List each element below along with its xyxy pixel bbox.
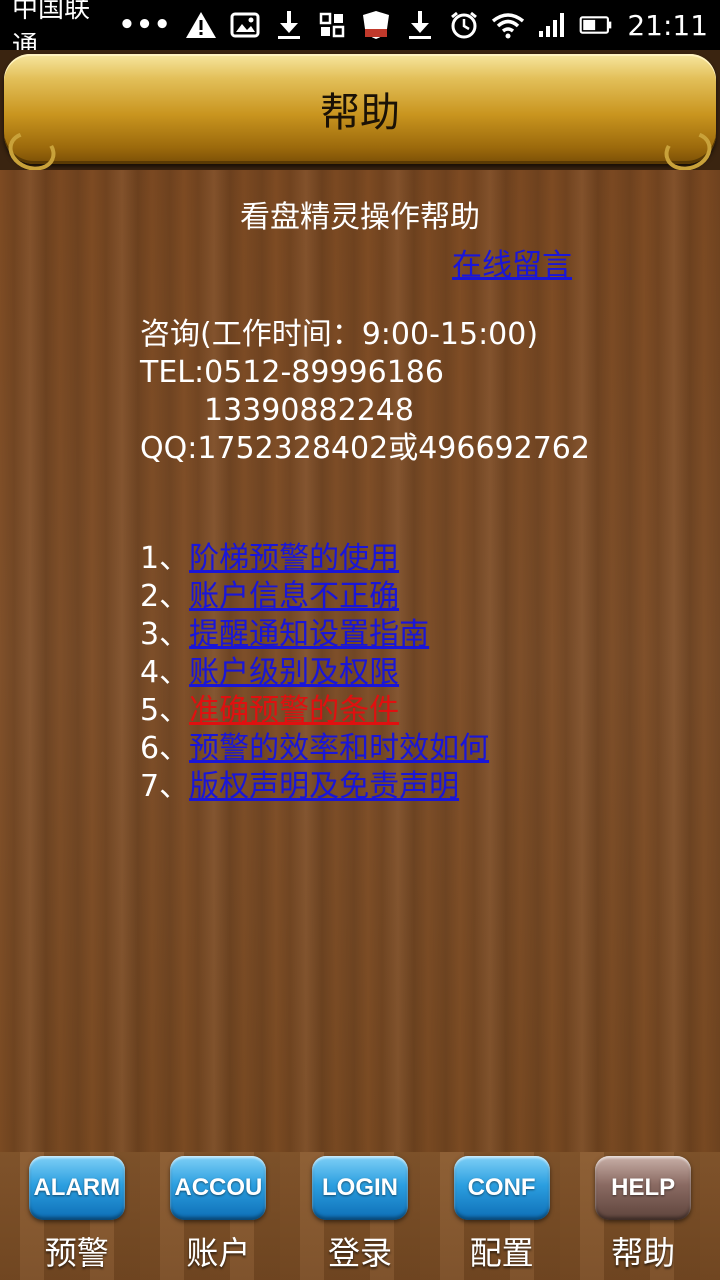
status-bar: 中国联通 ••• 21:11 [0, 0, 720, 61]
list-item: 5、准确预警的条件 [140, 692, 489, 730]
page-title: 帮助 [320, 90, 400, 136]
wifi-icon [491, 8, 525, 42]
login-tab-button[interactable]: LOGIN [311, 1156, 408, 1220]
image-icon [229, 8, 261, 42]
contact-qq: QQ:1752328402或496692762 [140, 431, 590, 466]
tab-config[interactable]: CONF 配置 [447, 1152, 557, 1274]
topic-link-accurate-alert-conditions[interactable]: 准确预警的条件 [189, 693, 399, 728]
list-item: 3、提醒通知设置指南 [140, 616, 489, 654]
topic-number: 6、 [140, 731, 190, 766]
shield-icon [360, 8, 392, 42]
tab-label: 配置 [469, 1234, 534, 1272]
topic-link-account-info[interactable]: 账户信息不正确 [189, 579, 399, 614]
tab-label: 预警 [44, 1234, 109, 1272]
title-bar: 帮助 [0, 50, 720, 170]
download-icon [273, 8, 305, 42]
account-tab-button[interactable]: ACCOU [170, 1156, 267, 1220]
tab-label: 账户 [186, 1234, 251, 1272]
topic-number: 4、 [140, 655, 190, 690]
topic-link-copyright-disclaimer[interactable]: 版权声明及免责声明 [189, 769, 459, 804]
help-tab-button[interactable]: HELP [595, 1156, 692, 1220]
alarm-tab-button[interactable]: ALARM [28, 1156, 125, 1220]
topic-number: 1、 [140, 541, 190, 576]
status-icons-right: 21:11 [447, 8, 708, 42]
tab-account[interactable]: ACCOU 账户 [163, 1152, 273, 1274]
signal-icon [535, 8, 569, 42]
list-item: 4、账户级别及权限 [140, 654, 489, 692]
grid-icon [317, 8, 349, 42]
battery-icon [579, 8, 613, 42]
tab-alarm[interactable]: ALARM 预警 [22, 1152, 132, 1274]
clock-time: 21:11 [627, 8, 709, 42]
topic-number: 7、 [140, 769, 190, 804]
warning-icon [185, 8, 217, 42]
contact-info: 咨询(工作时间：9:00-15:00) TEL:0512-89996186 13… [140, 316, 590, 468]
tab-label: 帮助 [611, 1234, 676, 1272]
tab-help[interactable]: HELP 帮助 [588, 1152, 698, 1274]
contact-tel-secondary: 13390882248 [204, 393, 414, 428]
topic-link-notification-guide[interactable]: 提醒通知设置指南 [189, 617, 429, 652]
alarm-clock-icon [447, 8, 481, 42]
list-item: 7、版权声明及免责声明 [140, 768, 489, 806]
help-topic-list: 1、阶梯预警的使用 2、账户信息不正确 3、提醒通知设置指南 4、账户级别及权限… [140, 540, 489, 806]
list-item: 1、阶梯预警的使用 [140, 540, 489, 578]
tab-login[interactable]: LOGIN 登录 [305, 1152, 415, 1274]
topic-number: 3、 [140, 617, 190, 652]
topic-link-account-level[interactable]: 账户级别及权限 [189, 655, 399, 690]
topic-number: 5、 [140, 693, 190, 728]
topic-link-ladder-alert[interactable]: 阶梯预警的使用 [189, 541, 399, 576]
help-content: 看盘精灵操作帮助 在线留言 咨询(工作时间：9:00-15:00) TEL:05… [0, 170, 720, 1152]
bottom-tab-bar: ALARM 预警 ACCOU 账户 LOGIN 登录 CONF 配置 HELP … [0, 1152, 720, 1280]
more-notifications-indicator: ••• [118, 10, 172, 40]
list-item: 6、预警的效率和时效如何 [140, 730, 489, 768]
title-plaque: 帮助 [4, 54, 716, 164]
online-message-link[interactable]: 在线留言 [452, 240, 572, 284]
list-item: 2、账户信息不正确 [140, 578, 489, 616]
contact-hours: 咨询(工作时间：9:00-15:00) [140, 317, 539, 352]
download-icon [404, 8, 436, 42]
topic-link-alert-efficiency[interactable]: 预警的效率和时效如何 [189, 731, 489, 766]
topic-number: 2、 [140, 579, 190, 614]
help-heading: 看盘精灵操作帮助 [240, 200, 480, 235]
config-tab-button[interactable]: CONF [453, 1156, 550, 1220]
tab-label: 登录 [327, 1234, 392, 1272]
contact-tel: TEL:0512-89996186 [140, 355, 444, 390]
